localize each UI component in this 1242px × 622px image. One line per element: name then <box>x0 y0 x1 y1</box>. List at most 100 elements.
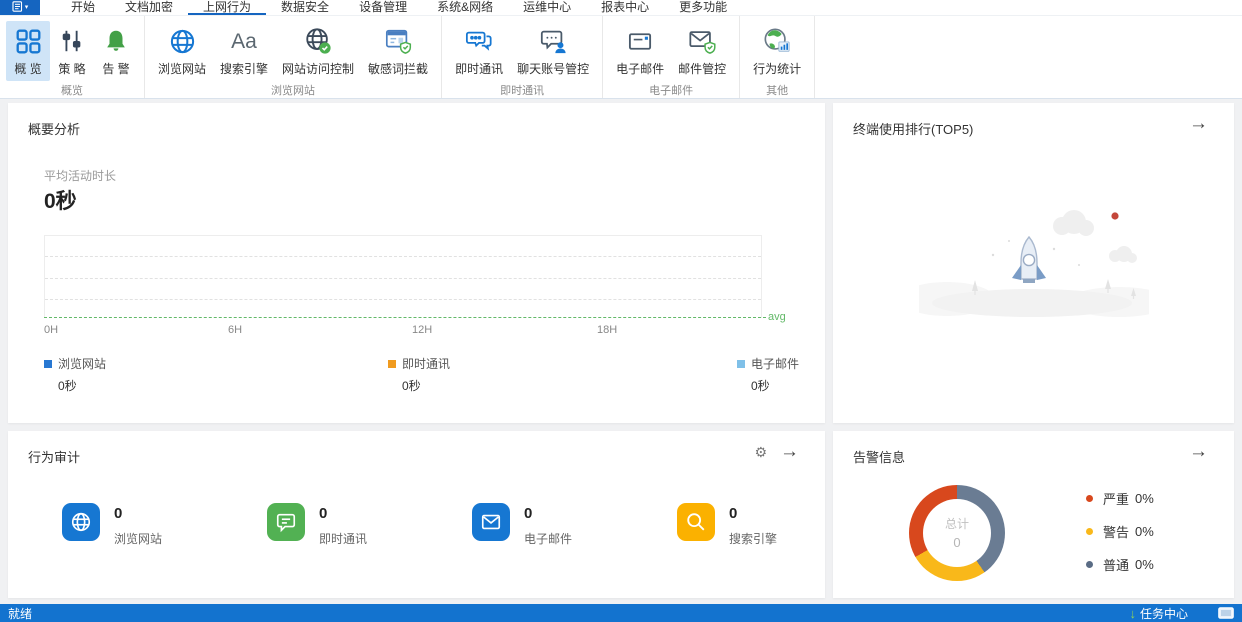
app-menu-button[interactable]: ▾ <box>0 0 40 15</box>
ribbon-item-label: 电子邮件 <box>616 62 665 76</box>
ribbon-group-email: 电子邮件 邮件管控 电子邮件 <box>603 16 741 98</box>
audit-label: 搜索引擎 <box>729 532 778 546</box>
globe-icon <box>62 503 100 541</box>
summary-card-title: 概要分析 <box>28 122 81 137</box>
legend-swatch <box>388 360 396 368</box>
ranking-card-title: 终端使用排行(TOP5) <box>853 122 974 137</box>
tab-ops-center[interactable]: 运维中心 <box>508 0 586 15</box>
mail-icon <box>627 26 654 56</box>
app-window: ▾ 开始 文档加密 上网行为 数据安全 设备管理 系统&网络 运维中心 报表中心… <box>0 0 1242 622</box>
chat-icon <box>465 26 493 56</box>
x-tick: 0H <box>44 324 59 336</box>
audit-card: 行为审计 ⚙ → 0 浏览网站 0 即时通讯 0 电子邮件 0 搜索引擎 <box>8 431 825 598</box>
x-tick: 6H <box>228 324 243 336</box>
ribbon-item-email[interactable]: 电子邮件 <box>609 21 671 81</box>
ribbon-item-behavior-statistics[interactable]: 行为统计 <box>746 21 808 81</box>
summary-card: 概要分析 平均活动时长 0秒 avg 0H 6H 12H 18H 浏览网站 0秒 <box>8 103 825 423</box>
ribbon-item-label: 行为统计 <box>753 62 802 76</box>
mail-icon <box>472 503 510 541</box>
task-center-button[interactable]: ↓ 任务中心 <box>1129 605 1188 622</box>
ribbon-item-overview[interactable]: 概 览 <box>6 21 50 81</box>
alert-legend-normal[interactable]: 普通 0% <box>1086 555 1154 574</box>
ribbon-item-browse-website[interactable]: 浏览网站 <box>151 21 213 81</box>
ribbon-item-alert[interactable]: 告 警 <box>94 21 138 81</box>
activity-line-chart <box>44 235 766 318</box>
dashboard-content: 概要分析 平均活动时长 0秒 avg 0H 6H 12H 18H 浏览网站 0秒 <box>0 99 1242 604</box>
ranking-card: 终端使用排行(TOP5) → <box>833 103 1234 423</box>
search-icon <box>677 503 715 541</box>
mail-shield-icon <box>688 26 716 56</box>
tab-doc-encryption[interactable]: 文档加密 <box>110 0 188 15</box>
tab-report-center[interactable]: 报表中心 <box>586 0 664 15</box>
audit-item-email[interactable]: 0 电子邮件 <box>472 503 572 547</box>
empty-state-illustration <box>898 203 1171 323</box>
donut-total-label: 总计 <box>944 517 969 531</box>
legend-dot <box>1086 495 1093 502</box>
ribbon-item-instant-messaging[interactable]: 即时通讯 <box>448 21 510 81</box>
menu-tabs: 开始 文档加密 上网行为 数据安全 设备管理 系统&网络 运维中心 报表中心 更… <box>56 0 742 15</box>
ribbon-item-label: 告 警 <box>102 62 130 76</box>
legend-label: 浏览网站 <box>58 357 107 371</box>
legend-swatch <box>737 360 745 368</box>
monitor-icon[interactable] <box>1218 607 1234 619</box>
donut-total-value: 0 <box>953 535 961 550</box>
chevron-down-icon: ▾ <box>24 4 29 11</box>
legend-dot <box>1086 561 1093 568</box>
legend-label: 即时通讯 <box>402 357 451 371</box>
chat-user-icon <box>539 26 567 56</box>
grid-icon <box>15 26 42 56</box>
audit-label: 浏览网站 <box>114 532 163 546</box>
gridline <box>45 299 761 300</box>
gridline <box>45 256 761 257</box>
ribbon-item-search-engine[interactable]: Aa 搜索引擎 <box>213 21 275 81</box>
avg-activity-value: 0秒 <box>44 190 77 213</box>
audit-value: 0 <box>319 505 328 522</box>
ribbon-item-label: 即时通讯 <box>455 62 504 76</box>
ribbon-item-policy[interactable]: 策 略 <box>50 21 94 81</box>
statusbar-right: ↓ 任务中心 <box>1129 605 1234 622</box>
legend-value: 0秒 <box>58 379 77 393</box>
audit-card-title: 行为审计 <box>28 450 81 465</box>
alert-card-title: 告警信息 <box>853 450 906 465</box>
legend-item-email[interactable]: 电子邮件 0秒 <box>737 355 799 394</box>
ribbon-item-mail-control[interactable]: 邮件管控 <box>671 21 733 81</box>
globe-chart-icon <box>763 26 791 56</box>
tab-more-features[interactable]: 更多功能 <box>664 0 742 15</box>
arrow-right-icon[interactable]: → <box>1189 441 1208 463</box>
audit-value: 0 <box>114 505 123 522</box>
statusbar: 就绪 ↓ 任务中心 <box>0 604 1242 622</box>
tab-system-network[interactable]: 系统&网络 <box>422 0 508 15</box>
tab-data-security[interactable]: 数据安全 <box>266 0 344 15</box>
audit-item-search[interactable]: 0 搜索引擎 <box>677 503 777 547</box>
ribbon-item-website-access-control[interactable]: 网站访问控制 <box>275 21 361 81</box>
tab-internet-behavior[interactable]: 上网行为 <box>188 0 267 15</box>
ribbon-item-label: 浏览网站 <box>158 62 207 76</box>
arrow-right-icon[interactable]: → <box>780 441 799 463</box>
legend-item-browse[interactable]: 浏览网站 0秒 <box>44 355 106 394</box>
arrow-right-icon[interactable]: → <box>1189 113 1208 135</box>
audit-item-im[interactable]: 0 即时通讯 <box>267 503 367 547</box>
ribbon: 概 览 策 略 告 警 概览 浏览网站 Aa 搜索引擎 网站访问控制 敏感词拦截… <box>0 16 1242 99</box>
globe-check-icon <box>304 26 332 56</box>
audit-value: 0 <box>729 505 738 522</box>
gear-icon[interactable]: ⚙ <box>754 444 767 461</box>
ribbon-item-sensitive-word-block[interactable]: 敏感词拦截 <box>361 21 435 81</box>
legend-label: 电子邮件 <box>751 357 800 371</box>
legend-value: 0秒 <box>751 379 770 393</box>
legend-value: 0% <box>1135 524 1154 539</box>
menubar: ▾ 开始 文档加密 上网行为 数据安全 设备管理 系统&网络 运维中心 报表中心… <box>0 0 1242 16</box>
tab-device-management[interactable]: 设备管理 <box>344 0 422 15</box>
avg-activity-label: 平均活动时长 <box>44 169 117 183</box>
avg-line-label: avg <box>768 311 786 323</box>
ribbon-group-other: 行为统计 其他 <box>740 16 816 98</box>
tab-start[interactable]: 开始 <box>56 0 110 15</box>
avg-line <box>44 317 766 318</box>
audit-item-browse[interactable]: 0 浏览网站 <box>62 503 162 547</box>
legend-value: 0% <box>1135 557 1154 572</box>
alert-legend-warning[interactable]: 警告 0% <box>1086 522 1154 541</box>
ribbon-group-browse: 浏览网站 Aa 搜索引擎 网站访问控制 敏感词拦截 浏览网站 <box>145 16 443 98</box>
alert-legend-critical[interactable]: 严重 0% <box>1086 489 1154 508</box>
ribbon-item-chat-account-control[interactable]: 聊天账号管控 <box>510 21 596 81</box>
legend-item-im[interactable]: 即时通讯 0秒 <box>388 355 450 394</box>
legend-value: 0秒 <box>402 379 421 393</box>
